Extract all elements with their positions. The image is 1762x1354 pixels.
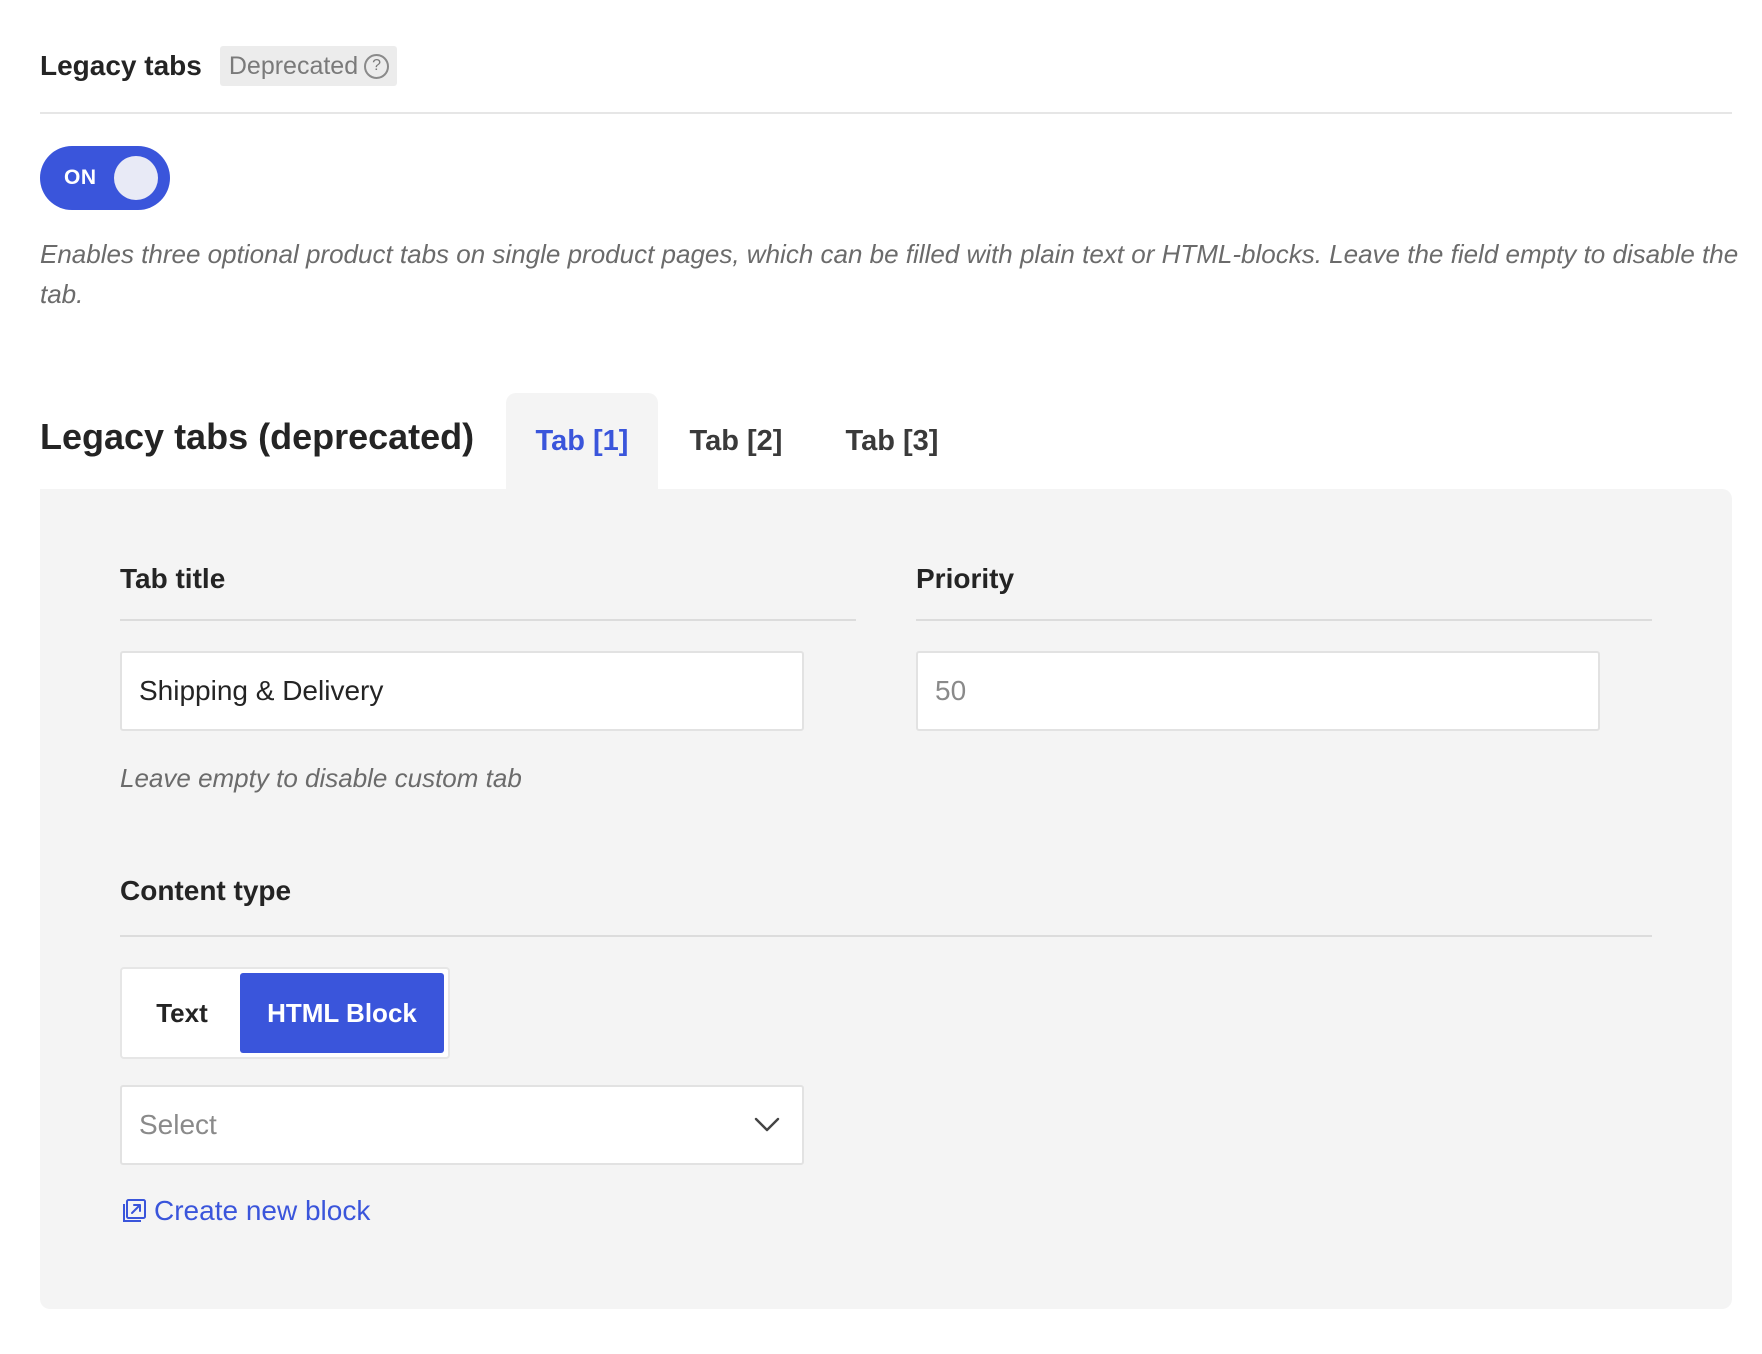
create-new-block-label: Create new block [154, 1195, 371, 1226]
priority-input[interactable] [916, 651, 1600, 731]
tab-title-rule [120, 619, 856, 621]
content-type-label: Content type [120, 875, 292, 906]
tab-2[interactable]: Tab [2] [658, 393, 814, 489]
tab-3[interactable]: Tab [3] [814, 393, 970, 489]
toggle-knob [114, 156, 158, 200]
toggle-label: ON [64, 166, 97, 189]
section-title: Legacy tabs (deprecated) [40, 416, 475, 457]
content-type-html-block-option[interactable]: HTML Block [240, 973, 444, 1053]
priority-label: Priority [916, 563, 1015, 594]
content-type-rule [120, 935, 1652, 937]
priority-rule [916, 619, 1652, 621]
setting-title: Legacy tabs [40, 50, 202, 81]
html-block-select[interactable]: Select [120, 1085, 804, 1165]
content-type-switcher: Text HTML Block [120, 967, 450, 1059]
select-value: Select [139, 1109, 217, 1140]
tab-title-label: Tab title [120, 563, 226, 594]
tab-panel: Tab title Leave empty to disable custom … [40, 489, 1732, 1309]
content-type-text-option[interactable]: Text [126, 973, 238, 1053]
deprecated-badge: Deprecated ? [219, 46, 398, 86]
external-link-icon [123, 1199, 146, 1222]
tab-1[interactable]: Tab [1] [506, 393, 658, 489]
question-circle-icon[interactable]: ? [364, 53, 390, 79]
deprecated-badge-label: Deprecated [228, 51, 359, 80]
legacy-tabs-toggle[interactable]: ON [40, 146, 170, 210]
tab-title-input[interactable] [120, 651, 804, 731]
tab-title-hint: Leave empty to disable custom tab [120, 763, 522, 793]
setting-description: Enables three optional product tabs on s… [40, 239, 1739, 309]
settings-header: Legacy tabs Deprecated ? [40, 46, 1732, 86]
header-divider [40, 112, 1732, 114]
create-new-block-link[interactable]: Create new block [120, 1191, 370, 1231]
chevron-down-icon [754, 1117, 780, 1132]
